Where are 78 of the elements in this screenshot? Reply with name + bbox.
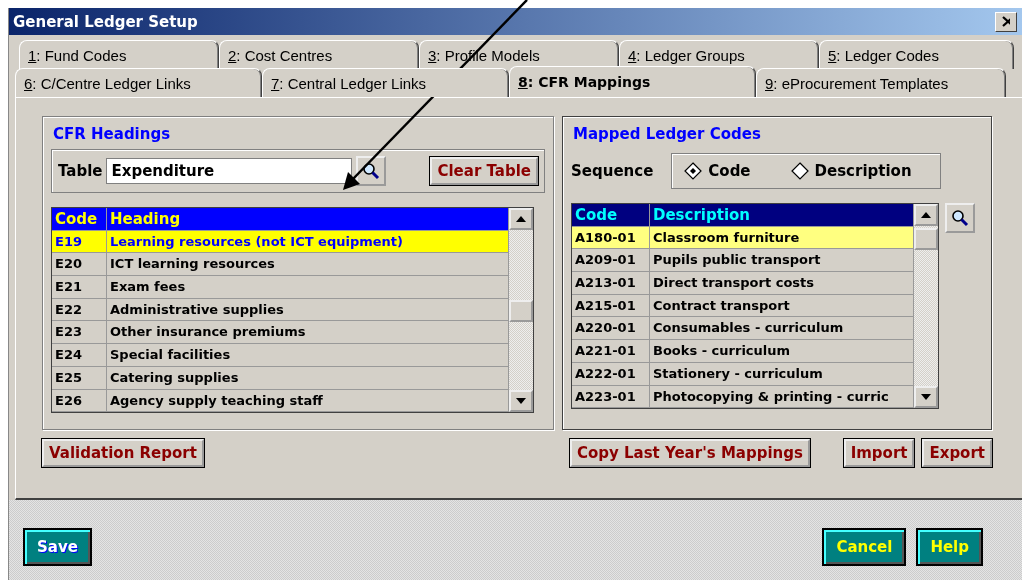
table-cell[interactable]: Direct transport costs <box>650 272 914 295</box>
table-cell[interactable]: Agency supply teaching staff <box>107 389 509 413</box>
table-cell[interactable]: A222-01 <box>572 362 650 386</box>
table-cell[interactable]: A215-01 <box>572 294 650 318</box>
scroll-down-button[interactable] <box>914 386 938 409</box>
copy-mappings-button[interactable]: Copy Last Year's Mappings <box>569 439 810 467</box>
table-cell[interactable]: E20 <box>52 253 107 277</box>
table-cell[interactable]: E23 <box>52 321 107 345</box>
search-icon <box>362 162 381 180</box>
table-cell[interactable]: E24 <box>52 344 107 367</box>
scrollbar[interactable] <box>914 204 938 409</box>
import-button[interactable]: Import <box>843 439 915 467</box>
table-cell[interactable]: A209-01 <box>572 249 650 273</box>
group-title: Mapped Ledger Codes <box>573 125 761 143</box>
close-icon <box>1002 16 1010 27</box>
tab[interactable]: 5: Ledger Codes <box>819 40 1014 69</box>
down-arrow-icon <box>921 394 931 401</box>
input-field[interactable]: Expenditure <box>106 158 353 184</box>
table-cell[interactable]: A213-01 <box>572 272 650 295</box>
table-cell[interactable]: E25 <box>52 366 107 390</box>
scroll-thumb[interactable] <box>509 300 533 322</box>
scroll-down-button[interactable] <box>509 390 533 413</box>
scrollbar[interactable] <box>509 208 533 413</box>
tab[interactable]: 6: C/Centre Ledger Links <box>15 68 262 97</box>
table-cell[interactable]: Books - curriculum <box>650 340 914 363</box>
close-button[interactable] <box>995 11 1017 32</box>
field-label: Table <box>58 162 103 180</box>
table-cell[interactable]: A221-01 <box>572 340 650 363</box>
scroll-up-button[interactable] <box>914 204 938 226</box>
field-label: Sequence <box>571 162 654 180</box>
cancel-button[interactable]: Cancel <box>822 528 907 566</box>
column-header: Description <box>650 204 914 227</box>
scroll-thumb[interactable] <box>914 228 938 250</box>
tab[interactable]: 2: Cost Centres <box>219 40 419 69</box>
search-button[interactable] <box>945 203 975 233</box>
save-button[interactable]: Save <box>23 528 92 566</box>
radio-icon <box>684 162 703 180</box>
table-cell[interactable]: Contract transport <box>650 294 914 318</box>
table-cell[interactable]: E22 <box>52 298 107 322</box>
table-cell[interactable]: Consumables - curriculum <box>650 317 914 341</box>
table-cell[interactable]: Exam fees <box>107 276 509 299</box>
radio-option[interactable]: Code <box>684 162 751 180</box>
table-cell[interactable]: A220-01 <box>572 317 650 341</box>
validation-report-button[interactable]: Validation Report <box>42 439 204 467</box>
table-cell[interactable]: E26 <box>52 389 107 413</box>
table-cell[interactable]: Administrative supplies <box>107 298 509 322</box>
table-cell[interactable]: A180-01 <box>572 226 650 250</box>
column-header: Code <box>52 208 107 231</box>
search-icon <box>951 209 969 227</box>
tab[interactable]: 8: CFR Mappings <box>509 66 756 97</box>
table-cell[interactable]: Special facilities <box>107 344 509 367</box>
tab[interactable]: 1: Fund Codes <box>19 40 219 69</box>
table-cell[interactable]: Catering supplies <box>107 366 509 390</box>
window-title: General Ledger Setup <box>13 12 198 31</box>
scroll-up-button[interactable] <box>509 208 533 230</box>
radio-icon <box>790 162 809 180</box>
table-cell[interactable]: Other insurance premiums <box>107 321 509 345</box>
tab[interactable]: 7: Central Ledger Links <box>262 68 509 97</box>
table-cell[interactable]: A223-01 <box>572 385 650 409</box>
table-cell[interactable]: Learning resources (not ICT equipment) <box>107 230 509 254</box>
export-button[interactable]: Export <box>922 439 992 467</box>
help-button[interactable]: Help <box>916 528 983 566</box>
down-arrow-icon <box>516 398 526 405</box>
clear-table-button[interactable]: Clear Table <box>430 157 538 185</box>
table-cell[interactable]: Classroom furniture <box>650 226 914 250</box>
column-header: Heading <box>107 208 509 231</box>
column-header: Code <box>572 204 650 227</box>
table-cell[interactable]: Stationery - curriculum <box>650 362 914 386</box>
tab[interactable]: 9: eProcurement Templates <box>756 68 1006 97</box>
table-cell[interactable]: Pupils public transport <box>650 249 914 273</box>
table-cell[interactable]: E21 <box>52 276 107 299</box>
table-cell[interactable]: Photocopying & printing - curric <box>650 385 914 409</box>
up-arrow-icon <box>516 216 526 222</box>
group-title: CFR Headings <box>53 125 171 143</box>
table-cell[interactable]: ICT learning resources <box>107 253 509 277</box>
table-cell[interactable]: E19 <box>52 230 107 254</box>
radio-option[interactable]: Description <box>790 162 912 180</box>
up-arrow-icon <box>921 212 931 218</box>
